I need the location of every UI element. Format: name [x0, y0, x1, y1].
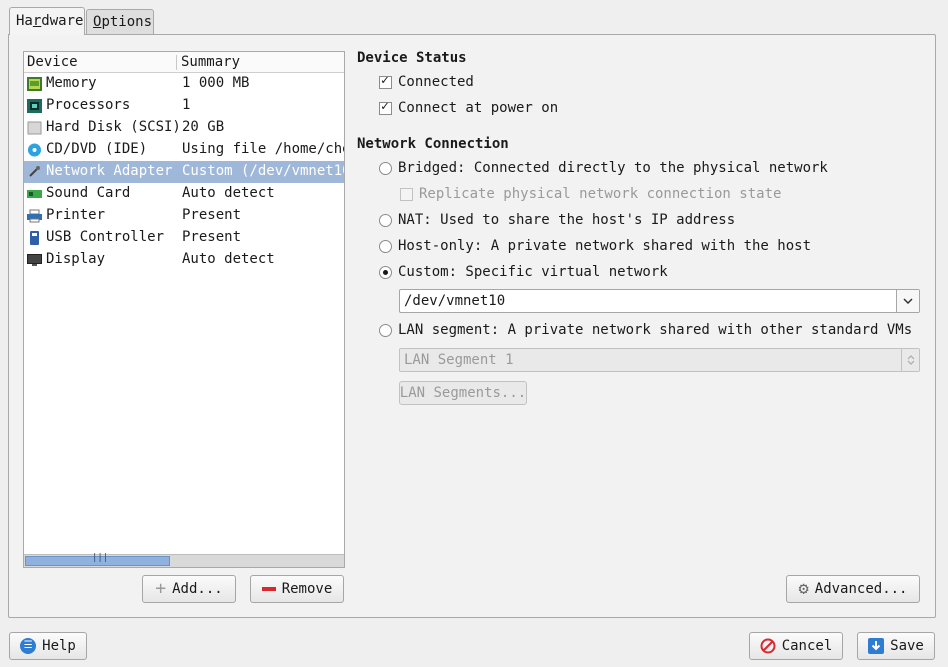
bridged-radio[interactable]	[379, 161, 392, 175]
scrollbar-grip: |||	[92, 553, 109, 563]
replicate-option[interactable]: Replicate physical network connection st…	[400, 186, 781, 202]
custom-radio[interactable]	[379, 265, 392, 279]
processor-icon	[27, 99, 42, 113]
help-icon: ☰	[20, 638, 37, 654]
device-summary: Custom (/dev/vmnet10	[182, 163, 345, 179]
memory-icon	[27, 77, 42, 91]
connected-label: Connected	[398, 74, 474, 90]
tab-options[interactable]: Options	[86, 9, 154, 35]
device-summary: Auto detect	[182, 251, 275, 267]
bridged-option[interactable]: Bridged: Connected directly to the physi…	[379, 160, 828, 176]
lan-segments-button[interactable]: LAN Segments...	[399, 381, 527, 405]
display-icon	[27, 254, 42, 266]
network-connection-heading: Network Connection	[357, 136, 509, 152]
device-name: Printer	[46, 207, 106, 223]
plus-icon: +	[155, 578, 167, 599]
device-summary: Present	[182, 207, 242, 223]
device-name: Network Adapter	[46, 163, 173, 179]
device-row-cd-dvd[interactable]: CD/DVD (IDE) Using file /home/chep	[24, 139, 344, 161]
usb-icon	[30, 231, 39, 245]
lan-segment-option[interactable]: LAN segment: A private network shared wi…	[379, 322, 912, 338]
replicate-checkbox[interactable]	[400, 187, 413, 201]
network-adapter-icon	[29, 166, 40, 177]
column-header-summary[interactable]: Summary	[181, 54, 240, 70]
save-button-label: Save	[890, 638, 924, 654]
device-summary: 1 000 MB	[182, 75, 250, 91]
connected-checkbox[interactable]	[379, 73, 392, 89]
advanced-button-label: Advanced...	[814, 581, 908, 597]
chevron-down-icon[interactable]	[896, 290, 919, 312]
lan-segment-value: LAN Segment 1	[404, 352, 514, 368]
device-name: Hard Disk (SCSI)	[46, 119, 181, 135]
device-name: USB Controller	[46, 229, 165, 245]
device-row-display[interactable]: Display Auto detect	[24, 249, 344, 271]
device-name: Processors	[46, 97, 131, 113]
scrollbar-thumb[interactable]: |||	[25, 553, 170, 566]
cd-dvd-icon	[28, 143, 41, 157]
lan-segment-combobox[interactable]: LAN Segment 1	[399, 348, 920, 372]
custom-network-combobox[interactable]: /dev/vmnet10	[399, 289, 920, 313]
cancel-icon	[760, 638, 776, 654]
advanced-button[interactable]: ⚙ Advanced...	[786, 575, 920, 603]
device-row-sound-card[interactable]: Sound Card Auto detect	[24, 183, 344, 205]
column-header-device[interactable]: Device	[27, 54, 78, 70]
device-summary: Using file /home/chep	[182, 141, 345, 157]
host-only-label: Host-only: A private network shared with…	[398, 238, 812, 254]
remove-button[interactable]: Remove	[250, 575, 344, 603]
connect-at-power-on-checkbox[interactable]	[379, 99, 392, 115]
column-separator	[176, 55, 177, 70]
tab-hardware[interactable]: Hardware	[9, 7, 85, 35]
help-button[interactable]: ☰ Help	[9, 632, 87, 660]
device-name: CD/DVD (IDE)	[46, 141, 148, 157]
replicate-label: Replicate physical network connection st…	[419, 186, 782, 202]
device-summary: 1	[182, 97, 191, 113]
host-only-option[interactable]: Host-only: A private network shared with…	[379, 238, 811, 254]
device-list-header: Device Summary	[24, 52, 344, 73]
lan-segment-radio[interactable]	[379, 323, 392, 337]
connected-option[interactable]: Connected	[379, 73, 474, 90]
help-button-label: Help	[42, 638, 76, 654]
nat-label: NAT: Used to share the host's IP address	[398, 212, 736, 228]
device-row-memory[interactable]: Memory 1 000 MB	[24, 73, 344, 95]
save-button[interactable]: Save	[857, 632, 935, 660]
connect-at-power-on-option[interactable]: Connect at power on	[379, 99, 559, 116]
save-icon	[868, 638, 885, 654]
lan-segments-button-label: LAN Segments...	[399, 385, 527, 401]
device-summary: Present	[182, 229, 242, 245]
minus-icon	[261, 587, 276, 591]
spinner-arrows-icon[interactable]	[901, 349, 919, 371]
device-name: Memory	[46, 75, 97, 91]
device-summary: Auto detect	[182, 185, 275, 201]
cancel-button[interactable]: Cancel	[749, 632, 843, 660]
add-button-label: Add...	[172, 581, 223, 597]
device-summary: 20 GB	[182, 119, 225, 135]
remove-button-label: Remove	[281, 581, 333, 597]
bridged-label: Bridged: Connected directly to the physi…	[398, 160, 828, 176]
host-only-radio[interactable]	[379, 239, 392, 253]
hard-disk-icon	[27, 121, 42, 135]
device-row-usb-controller[interactable]: USB Controller Present	[24, 227, 344, 249]
gear-icon: ⚙	[798, 579, 809, 599]
printer-icon	[27, 209, 42, 223]
device-name: Display	[46, 251, 106, 267]
device-row-processors[interactable]: Processors 1	[24, 95, 344, 117]
lan-segment-label: LAN segment: A private network shared wi…	[398, 322, 913, 338]
device-list[interactable]: Device Summary Memory 1 000 MB Processor…	[23, 51, 345, 568]
device-row-printer[interactable]: Printer Present	[24, 205, 344, 227]
cancel-button-label: Cancel	[781, 638, 833, 654]
connect-at-power-on-label: Connect at power on	[398, 100, 559, 116]
nat-option[interactable]: NAT: Used to share the host's IP address	[379, 212, 735, 228]
device-row-network-adapter[interactable]: Network Adapter Custom (/dev/vmnet10	[24, 161, 344, 183]
custom-label: Custom: Specific virtual network	[398, 264, 668, 280]
custom-network-value: /dev/vmnet10	[404, 293, 506, 309]
sound-card-icon	[27, 190, 42, 198]
nat-radio[interactable]	[379, 213, 392, 227]
add-button[interactable]: + Add...	[142, 575, 236, 603]
horizontal-scrollbar[interactable]: |||	[24, 553, 344, 567]
device-status-heading: Device Status	[357, 50, 467, 66]
device-row-hard-disk[interactable]: Hard Disk (SCSI) 20 GB	[24, 117, 344, 139]
custom-option[interactable]: Custom: Specific virtual network	[379, 264, 668, 280]
device-name: Sound Card	[46, 185, 131, 201]
